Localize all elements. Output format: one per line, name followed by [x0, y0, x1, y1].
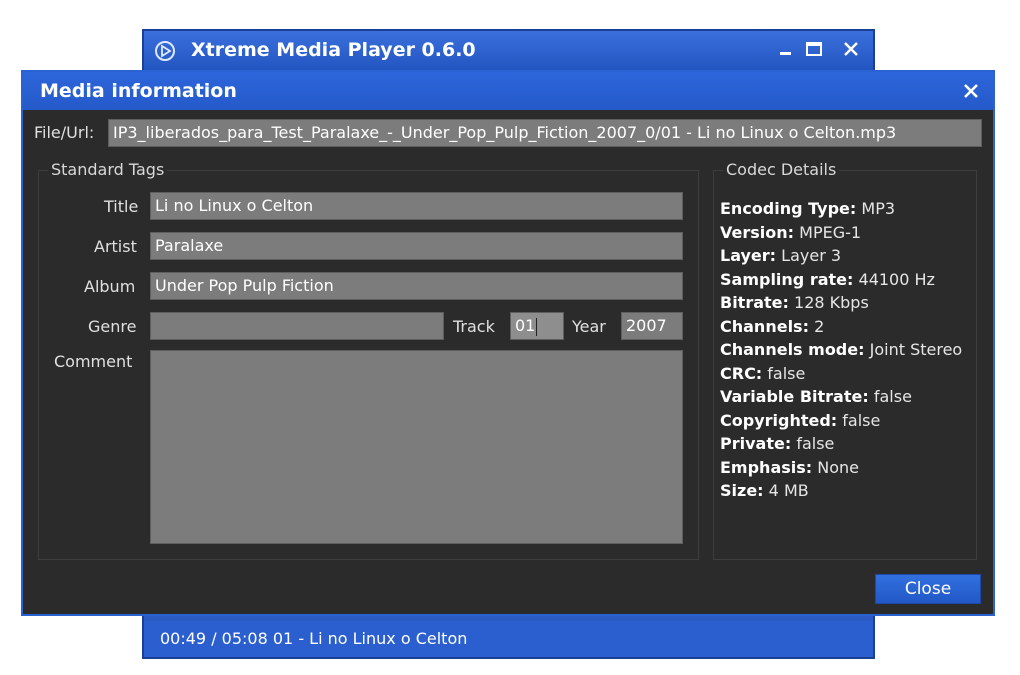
dialog-titlebar[interactable]: Media information	[23, 72, 993, 110]
copyrighted-row: Copyrighted: false	[720, 410, 881, 430]
title-field[interactable]: Li no Linux o Celton	[150, 192, 683, 220]
text-cursor	[536, 317, 538, 336]
encoding-type-row: Encoding Type: MP3	[720, 199, 896, 218]
private-row: Private: false	[720, 434, 835, 453]
standard-tags-title: Standard Tags	[48, 160, 168, 179]
bitrate-row: Bitrate: 128 Kbps	[720, 293, 869, 312]
close-icon[interactable]	[962, 82, 980, 100]
genre-label: Genre	[88, 317, 137, 336]
file-url-label: File/Url:	[34, 123, 95, 142]
crc-row: CRC: false	[720, 363, 806, 383]
artist-label: Artist	[94, 237, 137, 256]
main-window-title: Xtreme Media Player 0.6.0	[191, 39, 476, 61]
play-circle-icon	[155, 41, 175, 61]
version-row: Version: MPEG-1	[720, 222, 862, 242]
codec-details-title: Codec Details	[723, 160, 840, 179]
close-button[interactable]: Close	[875, 574, 981, 604]
comment-textarea[interactable]	[150, 350, 683, 544]
dialog-title: Media information	[40, 80, 237, 102]
media-information-dialog: Media information File/Url: IP3_liberado…	[21, 70, 995, 616]
genre-field[interactable]	[150, 312, 444, 340]
track-label: Track	[453, 317, 495, 336]
file-url-field[interactable]: IP3_liberados_para_Test_Paralaxe_-_Under…	[108, 119, 982, 147]
comment-label: Comment	[54, 352, 133, 371]
year-label: Year	[572, 317, 606, 336]
track-field[interactable]: 01	[510, 312, 564, 340]
codec-details-group: Codec Details Encoding Type: MP3 Version…	[713, 160, 977, 560]
emphasis-row: Emphasis: None	[720, 457, 860, 477]
layer-row: Layer: Layer 3	[720, 246, 842, 265]
close-icon[interactable]	[841, 39, 861, 59]
codec-details-list: Encoding Type: MP3 Version: MPEG-1 Layer…	[720, 197, 970, 503]
now-playing-status: 00:49 / 05:08 01 - Li no Linux o Celton	[160, 629, 468, 648]
size-row: Size: 4 MB	[720, 481, 809, 500]
variable-bitrate-row: Variable Bitrate: false	[720, 387, 912, 406]
track-value: 01	[515, 316, 536, 335]
main-titlebar[interactable]: Xtreme Media Player 0.6.0	[144, 31, 873, 71]
maximize-icon[interactable]	[804, 39, 824, 59]
status-bar: 00:49 / 05:08 01 - Li no Linux o Celton	[144, 621, 873, 657]
minimize-icon[interactable]	[776, 39, 796, 59]
album-field[interactable]: Under Pop Pulp Fiction	[150, 272, 683, 300]
channels-row: Channels: 2	[720, 316, 825, 336]
channels-mode-row: Channels mode: Joint Stereo	[720, 340, 963, 359]
title-label: Title	[104, 197, 139, 216]
artist-field[interactable]: Paralaxe	[150, 232, 683, 260]
album-label: Album	[84, 277, 136, 296]
sampling-rate-row: Sampling rate: 44100 Hz	[720, 269, 935, 289]
year-field[interactable]: 2007	[621, 312, 683, 340]
